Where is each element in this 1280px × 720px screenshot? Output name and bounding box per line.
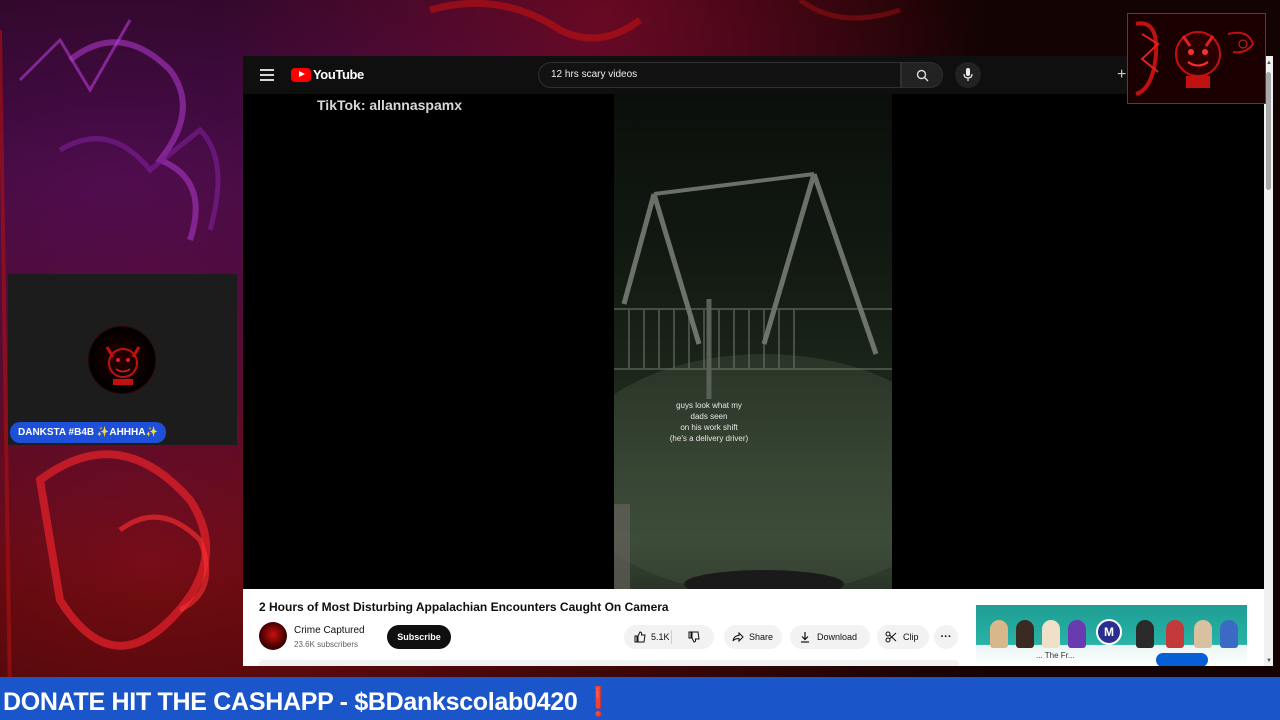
ad-person-image [1194,620,1212,648]
hamburger-menu-icon[interactable] [260,69,274,81]
channel-brand-logo [1127,13,1266,104]
ad-person-image [1166,620,1184,648]
caption-line: (he's a delivery driver) [669,434,749,443]
streamer-name-badge: DANKSTA #B4B ✨AHHHA✨ [10,422,166,443]
share-label: Share [749,632,774,642]
browser-window: YouTube 12 hrs scary videos + TikTok: al… [243,56,1273,666]
scroll-down-arrow-icon[interactable]: ▼ [1266,658,1272,664]
youtube-logo[interactable]: YouTube [291,67,364,82]
ad-cta-button[interactable] [1156,653,1208,666]
ad-person-image [1136,620,1154,648]
create-button[interactable]: + [1117,66,1126,84]
youtube-play-icon [291,67,311,82]
video-title: 2 Hours of Most Disturbing Appalachian E… [259,600,669,614]
microphone-icon [963,68,973,81]
caption-line: guys look what my [676,401,742,410]
subscribe-button[interactable]: Subscribe [387,625,451,649]
youtube-logo-text: YouTube [313,67,364,82]
thumbs-up-icon [634,631,646,643]
scroll-up-arrow-icon[interactable]: ▲ [1266,60,1272,66]
like-divider [671,630,672,644]
subscriber-count: 23.6K subscribers [294,640,359,649]
like-dislike-button[interactable]: 5.1K [624,625,714,649]
video-watermark: TikTok: allannaspamx [317,97,462,113]
channel-name[interactable]: Crime Captured [294,625,365,636]
page-scrollbar[interactable]: ▲ ▼ [1264,56,1273,666]
video-info-section: 2 Hours of Most Disturbing Appalachian E… [243,589,1264,666]
ad-person-image [1220,620,1238,648]
ticker-text: DONATE HIT THE CASHAPP - $BDankscolab042… [3,688,578,716]
search-icon [916,69,929,82]
clip-label: Clip [903,632,919,642]
devil-mascot-icon [105,346,141,385]
ad-brand-logo: M [1096,619,1122,645]
search-button[interactable] [901,62,943,88]
download-button[interactable]: Download [790,625,870,649]
download-icon [801,632,809,643]
ad-text: ... The Fr... [1036,651,1075,660]
caption-line: on his work shift [680,423,738,432]
ad-person-image [990,620,1008,648]
scissors-icon [885,631,897,643]
like-count: 5.1K [651,632,670,642]
clip-button[interactable]: Clip [877,625,929,649]
donation-ticker: DONATE HIT THE CASHAPP - $BDankscolab042… [0,677,1280,720]
ad-person-image [1016,620,1034,648]
swingset-scene [614,172,892,589]
ad-banner[interactable]: M ... The Fr... [976,605,1247,666]
more-actions-button[interactable]: ··· [934,625,958,649]
streamer-avatar [88,326,156,394]
search-input[interactable]: 12 hrs scary videos [538,62,901,88]
share-button[interactable]: Share [724,625,782,649]
caption-line: dads seen [690,412,728,421]
dank-logo-icon [1135,21,1255,96]
youtube-header: YouTube 12 hrs scary videos + [243,56,1273,94]
video-caption: guys look what my dads seen on his work … [614,400,804,444]
channel-avatar[interactable] [259,622,287,650]
description-box[interactable] [259,660,959,666]
ad-person-image [1042,620,1060,648]
exclamation-icon: ❗ [581,686,616,717]
ad-person-image [1068,620,1086,648]
webcam-panel [8,274,237,445]
video-player[interactable]: TikTok: allannaspamx guys look what my d… [243,94,1264,589]
thumbs-down-icon[interactable] [688,631,700,643]
voice-search-button[interactable] [955,62,981,88]
download-label: Download [817,632,858,642]
scrollbar-thumb[interactable] [1266,72,1271,190]
video-frame: guys look what my dads seen on his work … [614,94,892,589]
share-icon [732,631,744,643]
ticker-text-container: DONATE HIT THE CASHAPP - $BDankscolab042… [3,684,616,717]
